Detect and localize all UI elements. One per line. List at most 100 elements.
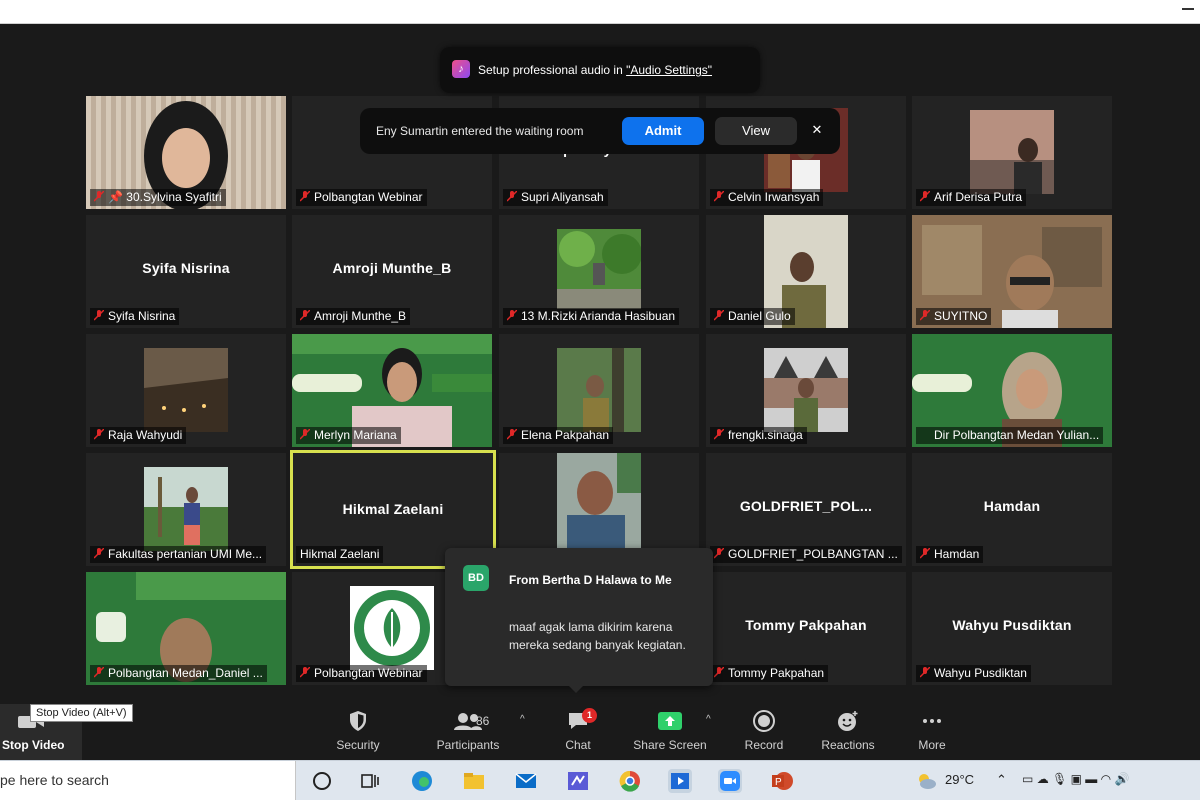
- participant-tile[interactable]: 📌 30.Sylvina Syafitri: [86, 96, 286, 209]
- minimize-icon[interactable]: [1182, 8, 1194, 10]
- share-screen-button[interactable]: Share Screen: [630, 708, 710, 758]
- close-icon[interactable]: ✕: [808, 121, 826, 139]
- taskbar-search-input[interactable]: pe here to search: [0, 761, 296, 800]
- participant-name: Wahyu Pusdiktan: [934, 666, 1027, 680]
- admit-button[interactable]: Admit: [622, 117, 704, 145]
- stop-video-tooltip: Stop Video (Alt+V): [30, 704, 133, 722]
- muted-mic-icon: [299, 666, 311, 678]
- participant-name: Fakultas pertanian UMI Me...: [108, 547, 263, 561]
- volume-icon[interactable]: 🔊: [1114, 772, 1129, 786]
- window-title-bar: [0, 0, 1200, 24]
- participants-caret-icon[interactable]: ^: [520, 714, 525, 725]
- participant-nametag: Hikmal Zaelani: [296, 546, 384, 563]
- meet-now-icon[interactable]: ▭: [1022, 772, 1033, 786]
- participants-button[interactable]: 86 Participants: [428, 708, 508, 758]
- participant-nametag: Supri Aliyansah: [503, 189, 608, 206]
- view-button[interactable]: View: [715, 117, 797, 145]
- muted-mic-icon: [93, 547, 105, 559]
- chrome-icon[interactable]: [618, 769, 642, 793]
- chat-button[interactable]: 1 Chat: [538, 708, 618, 758]
- participant-name: Supri Aliyansah: [521, 190, 604, 204]
- participant-tile[interactable]: frengki.sinaga: [706, 334, 906, 447]
- participant-nametag: Polbangtan Medan_Daniel ...: [90, 665, 267, 682]
- participant-tile[interactable]: Arif Derisa Putra: [912, 96, 1112, 209]
- record-label: Record: [744, 738, 784, 752]
- smiley-icon: [808, 710, 888, 734]
- participants-count: 86: [476, 714, 490, 728]
- participant-video: [557, 229, 641, 309]
- participant-tile[interactable]: GOLDFRIET_POL... GOLDFRIET_POLBANGTAN ..…: [706, 453, 906, 566]
- reactions-button[interactable]: Reactions: [808, 708, 888, 758]
- participant-tile[interactable]: Wahyu Pusdiktan Wahyu Pusdiktan: [912, 572, 1112, 685]
- participant-video: [764, 348, 848, 432]
- microphone-icon[interactable]: 🎙: [1052, 772, 1067, 786]
- muted-mic-icon: [919, 309, 931, 321]
- security-button[interactable]: Security: [318, 708, 398, 758]
- muted-mic-icon: [713, 547, 725, 559]
- participant-tile[interactable]: Tommy Pakpahan Tommy Pakpahan: [706, 572, 906, 685]
- participant-name: Merlyn Mariana: [314, 428, 397, 442]
- participant-name: Arif Derisa Putra: [934, 190, 1023, 204]
- chat-badge: 1: [582, 708, 597, 723]
- ellipsis-icon: [892, 710, 972, 734]
- participant-name: frengki.sinaga: [728, 428, 803, 442]
- audio-banner-text: Setup professional audio in "Audio Setti…: [478, 63, 712, 77]
- battery-icon[interactable]: ▬: [1085, 772, 1097, 786]
- participant-nametag: Celvin Irwansyah: [710, 189, 824, 206]
- share-caret-icon[interactable]: ^: [706, 714, 711, 725]
- participant-tile[interactable]: Fakultas pertanian UMI Me...: [86, 453, 286, 566]
- participant-name: Tommy Pakpahan: [728, 666, 825, 680]
- more-button[interactable]: More: [892, 708, 972, 758]
- participant-nametag: Syifa Nisrina: [90, 308, 180, 325]
- participant-center-name: Hikmal Zaelani: [342, 501, 444, 517]
- weather-icon[interactable]: [914, 769, 938, 793]
- participant-name: Amroji Munthe_B: [314, 309, 407, 323]
- participant-nametag: Wahyu Pusdiktan: [916, 665, 1031, 682]
- temperature-readout[interactable]: 29°C: [945, 772, 974, 787]
- muted-mic-icon: [919, 666, 931, 678]
- media-player-icon[interactable]: [668, 769, 692, 793]
- participant-tile[interactable]: Merlyn Mariana: [292, 334, 492, 447]
- cortana-icon[interactable]: [310, 769, 334, 793]
- avatar: BD: [463, 565, 489, 591]
- muted-mic-icon: [919, 547, 931, 559]
- participant-tile[interactable]: Syifa Nisrina Syifa Nisrina: [86, 215, 286, 328]
- participant-nametag: GOLDFRIET_POLBANGTAN ...: [710, 546, 902, 563]
- participant-tile[interactable]: Hamdan Hamdan: [912, 453, 1112, 566]
- participant-center-name: Wahyu Pusdiktan: [952, 617, 1072, 633]
- edge-browser-icon[interactable]: [410, 769, 434, 793]
- participant-tile[interactable]: Raja Wahyudi: [86, 334, 286, 447]
- wifi-icon[interactable]: ◠: [1101, 772, 1111, 786]
- whiteboard-icon[interactable]: [566, 769, 590, 793]
- participant-nametag: 📌 30.Sylvina Syafitri: [90, 189, 226, 206]
- audio-settings-link[interactable]: "Audio Settings": [626, 63, 712, 77]
- participant-tile[interactable]: 13 M.Rizki Arianda Hasibuan: [499, 215, 699, 328]
- participants-label: Participants: [436, 738, 500, 752]
- participant-tile[interactable]: Polbangtan Medan_Daniel ...: [86, 572, 286, 685]
- windows-taskbar: pe here to search P 29°C ⌃ ▭ ☁ 🎙 ▣ ▬ ◠ 🔊: [0, 760, 1200, 800]
- participant-tile[interactable]: Elena Pakpahan: [499, 334, 699, 447]
- participant-tile[interactable]: SUYITNO: [912, 215, 1112, 328]
- zoom-app-icon[interactable]: [718, 769, 742, 793]
- muted-mic-icon: [93, 666, 105, 678]
- participant-name: Dir Polbangtan Medan Yulian...: [934, 428, 1100, 442]
- participant-nametag: Dir Polbangtan Medan Yulian...: [916, 427, 1104, 444]
- participant-tile[interactable]: Dir Polbangtan Medan Yulian...: [912, 334, 1112, 447]
- cloud-icon[interactable]: ☁: [1037, 772, 1049, 786]
- meeting-toolbar: Security 86 Participants ^ 1 Chat Share …: [0, 704, 1200, 760]
- chat-label: Chat: [565, 738, 591, 752]
- file-explorer-icon[interactable]: [462, 769, 486, 793]
- participant-tile[interactable]: Daniel Gulo: [706, 215, 906, 328]
- chat-message-popup[interactable]: BD From Bertha D Halawa to Me maaf agak …: [445, 548, 713, 693]
- music-note-icon: ♪: [452, 60, 470, 78]
- mail-icon[interactable]: [514, 769, 538, 793]
- participant-tile[interactable]: Amroji Munthe_B Amroji Munthe_B: [292, 215, 492, 328]
- participant-name: Polbangtan Webinar: [314, 666, 423, 680]
- chevron-up-icon[interactable]: ⌃: [996, 772, 1007, 788]
- record-button[interactable]: Record: [724, 708, 804, 758]
- powerpoint-icon[interactable]: P: [770, 769, 794, 793]
- system-tray-icons[interactable]: ▭ ☁ 🎙 ▣ ▬ ◠ 🔊: [1022, 772, 1129, 786]
- display-icon[interactable]: ▣: [1071, 772, 1082, 786]
- participant-nametag: Elena Pakpahan: [503, 427, 614, 444]
- task-view-icon[interactable]: [358, 769, 382, 793]
